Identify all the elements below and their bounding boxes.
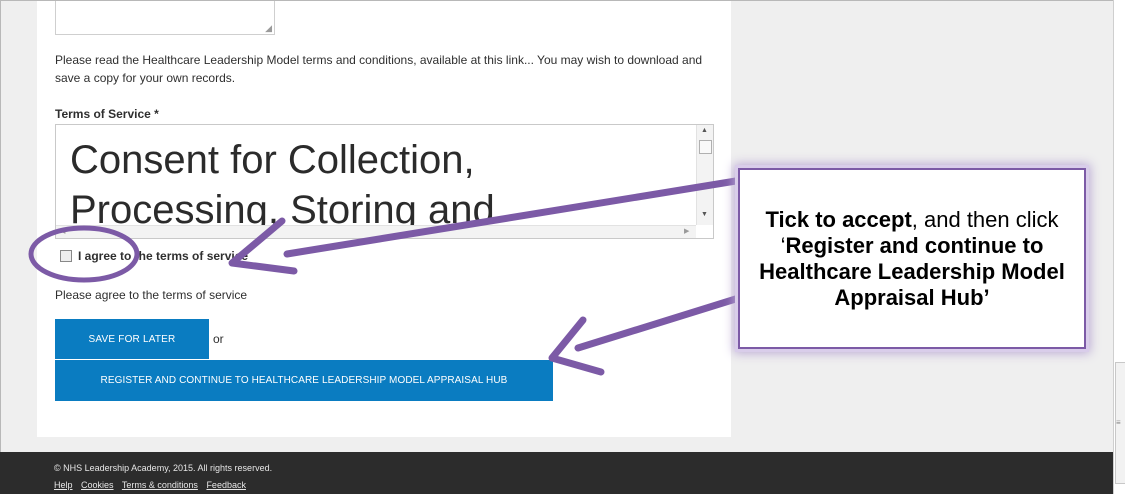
highlight-circle [28,225,140,283]
callout-emphasis-tick: Tick to accept [765,206,912,232]
arrow-to-register-icon [548,293,746,376]
callout-emphasis-register: Register and continue to Healthcare Lead… [759,232,1065,310]
instruction-callout: Tick to accept, and then click ‘Register… [738,168,1086,349]
callout-text: Tick to accept, and then click ‘Register… [752,207,1072,311]
arrow-to-checkbox-icon [228,176,746,275]
